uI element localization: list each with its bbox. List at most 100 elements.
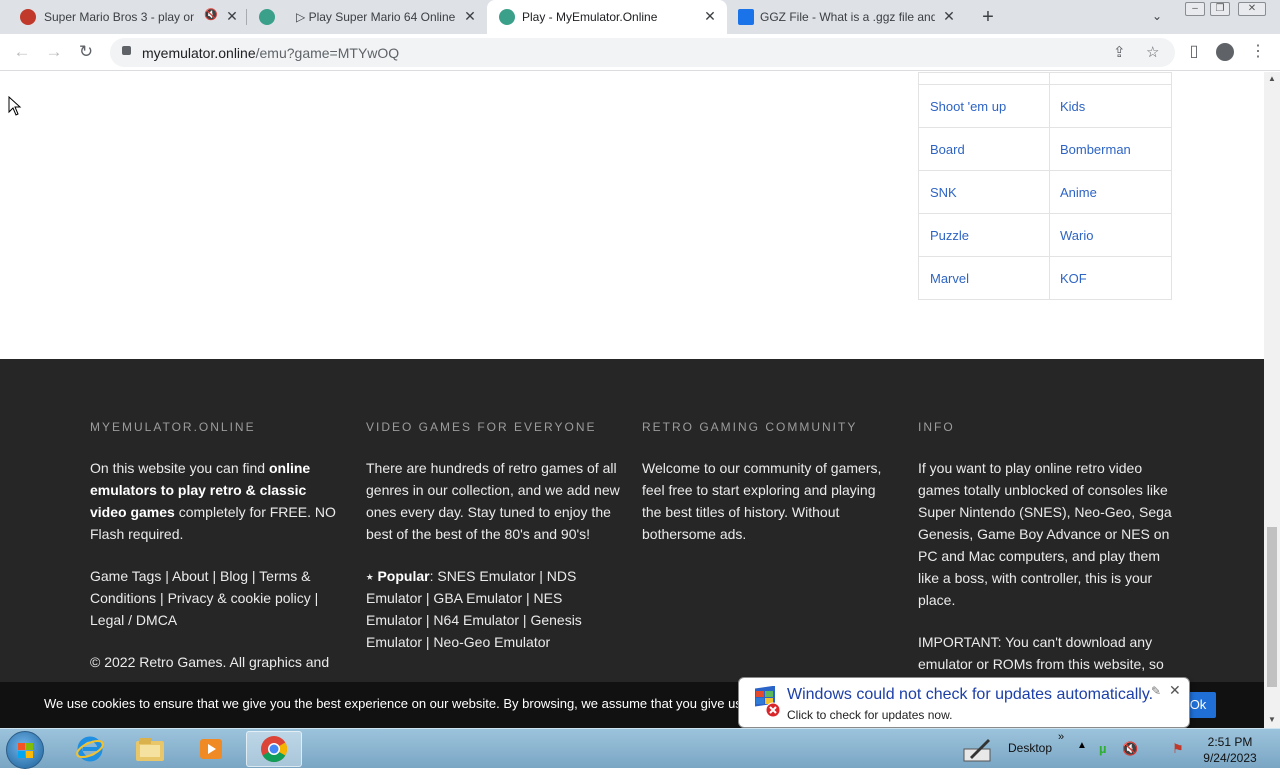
taskbar-file-explorer[interactable]	[122, 731, 178, 767]
table-row: Marvel KOF	[919, 256, 1171, 299]
footer-popular-links[interactable]: ⭑ Popular: SNES Emulator | NDS Emulator …	[366, 565, 622, 653]
footer-copyright: © 2022 Retro Games. All graphics and	[90, 654, 330, 670]
tab-ggz-file[interactable]: GGZ File - What is a .ggz file and ✕	[728, 0, 968, 34]
pen-tablet-icon[interactable]	[962, 735, 994, 763]
muted-speaker-icon[interactable]: 🔇	[204, 8, 218, 21]
chrome-icon	[261, 736, 288, 763]
site-footer: MYEMULATOR.ONLINE On this website you ca…	[0, 359, 1264, 728]
table-row: Shoot 'em up Kids	[919, 84, 1171, 127]
mario-favicon-icon	[20, 9, 36, 25]
notification-close-icon[interactable]: ✕	[1169, 682, 1181, 699]
footer-community-text: Welcome to our community of gamers, feel…	[642, 460, 882, 542]
tab-title: ▷ Play Super Mario 64 Online FR	[296, 10, 456, 24]
system-clock[interactable]: 2:51 PM 9/24/2023	[1195, 734, 1265, 766]
tag-link-puzzle[interactable]: Puzzle	[919, 214, 1049, 256]
media-player-icon	[200, 739, 222, 759]
gamepad-favicon-icon	[499, 9, 515, 25]
scrollbar-thumb[interactable]	[1267, 527, 1277, 687]
footer-heading: RETRO GAMING COMMUNITY	[642, 420, 858, 434]
lock-icon	[122, 46, 131, 55]
windows-update-error-icon	[755, 686, 781, 718]
tag-link-bomberman[interactable]: Bomberman	[1048, 128, 1171, 170]
address-bar[interactable]: myemulator.online/emu?game=MTYwOQ ⇪ ☆	[110, 38, 1175, 67]
windows-taskbar: Desktop » ▲ µ 🔇 ⚑ 2:51 PM 9/24/2023	[0, 728, 1280, 769]
footer-links[interactable]: Game Tags | About | Blog | Terms & Condi…	[90, 565, 340, 631]
clock-date: 9/24/2023	[1203, 751, 1257, 765]
start-button[interactable]	[6, 731, 44, 769]
url-text: myemulator.online/emu?game=MTYwOQ	[142, 45, 399, 61]
desktop-toolbar-label[interactable]: Desktop	[1008, 741, 1052, 755]
side-panel-icon[interactable]: ▯	[1184, 42, 1204, 62]
close-window-button[interactable]: ✕	[1238, 2, 1266, 16]
footer-heading: INFO	[918, 420, 955, 434]
tag-link-snk[interactable]: SNK	[919, 171, 1049, 213]
table-row	[919, 72, 1171, 84]
back-arrow-icon[interactable]: ←	[12, 42, 32, 62]
show-hidden-icons-icon[interactable]: ▲	[1077, 740, 1087, 751]
reload-icon[interactable]: ↻	[76, 42, 96, 62]
tab-strip: Super Mario Bros 3 - play on 🔇 ✕ ▷ Play …	[0, 0, 1280, 34]
torrent-tray-icon[interactable]: µ	[1099, 741, 1107, 756]
footer-games-text: There are hundreds of retro games of all…	[366, 460, 620, 542]
table-row: Board Bomberman	[919, 127, 1171, 170]
tag-link-board[interactable]: Board	[919, 128, 1049, 170]
folder-icon	[136, 738, 164, 761]
action-center-error-icon[interactable]: ⚑	[1172, 741, 1184, 757]
url-path: /emu?game=MTYwOQ	[255, 45, 400, 61]
footer-column-games: VIDEO GAMES FOR EVERYONE There are hundr…	[366, 421, 622, 673]
tab-close-icon[interactable]: ✕	[702, 8, 718, 24]
clock-time: 2:51 PM	[1207, 735, 1253, 749]
pin-icon[interactable]: ✎	[1151, 684, 1161, 698]
mouse-cursor-icon	[8, 96, 22, 116]
volume-muted-icon[interactable]: 🔇	[1122, 741, 1138, 757]
tag-link-kids[interactable]: Kids	[1048, 85, 1171, 127]
footer-column-info: INFO If you want to play online retro vi…	[918, 421, 1174, 695]
tag-link-marvel[interactable]: Marvel	[919, 257, 1049, 299]
footer-important-text: IMPORTANT: You can't download any emulat…	[918, 634, 1164, 672]
tab-title: Super Mario Bros 3 - play on	[44, 10, 194, 24]
document-favicon-icon	[738, 9, 754, 25]
game-tags-table: Shoot 'em up Kids Board Bomberman SNK An…	[918, 72, 1172, 300]
tab-close-icon[interactable]: ✕	[941, 8, 957, 24]
tag-link-wario[interactable]: Wario	[1048, 214, 1171, 256]
minimize-button[interactable]: –	[1185, 2, 1205, 16]
tab-title: GGZ File - What is a .ggz file and	[760, 10, 935, 24]
tab-search-chevron-icon[interactable]: ⌄	[1152, 9, 1162, 23]
table-row: Puzzle Wario	[919, 213, 1171, 256]
tag-link-anime[interactable]: Anime	[1048, 171, 1171, 213]
bookmark-star-icon[interactable]: ☆	[1146, 43, 1159, 61]
windows-logo-icon	[18, 743, 33, 758]
browser-toolbar: ← → ↻ myemulator.online/emu?game=MTYwOQ …	[0, 34, 1280, 71]
scroll-up-arrow-icon[interactable]: ▲	[1264, 72, 1280, 86]
footer-column-about: MYEMULATOR.ONLINE On this website you ca…	[90, 421, 340, 693]
notification-title: Windows could not check for updates auto…	[787, 686, 1154, 703]
tag-cell	[1048, 73, 1171, 84]
restore-button[interactable]: ❐	[1210, 2, 1230, 16]
forward-arrow-icon[interactable]: →	[44, 42, 64, 62]
footer-heading: VIDEO GAMES FOR EVERYONE	[366, 420, 597, 434]
tab-close-icon[interactable]: ✕	[462, 8, 478, 24]
footer-column-community: RETRO GAMING COMMUNITY Welcome to our co…	[642, 421, 892, 565]
toolbar-expand-icon[interactable]: »	[1058, 731, 1064, 743]
page-viewport: Shoot 'em up Kids Board Bomberman SNK An…	[0, 72, 1264, 728]
table-row: SNK Anime	[919, 170, 1171, 213]
tag-link-kof[interactable]: KOF	[1048, 257, 1171, 299]
profile-avatar-icon[interactable]	[1216, 43, 1234, 61]
notification-subtitle[interactable]: Click to check for updates now.	[787, 708, 952, 722]
scroll-down-arrow-icon[interactable]: ▼	[1264, 713, 1280, 727]
taskbar-media-player[interactable]	[183, 731, 239, 767]
cookie-text: We use cookies to ensure that we give yo…	[44, 696, 742, 711]
tab-close-icon[interactable]: ✕	[224, 8, 240, 24]
kebab-menu-icon[interactable]: ⋮	[1248, 42, 1268, 62]
taskbar-internet-explorer[interactable]	[62, 731, 118, 767]
new-tab-button[interactable]: +	[978, 7, 998, 27]
internet-explorer-icon	[76, 736, 104, 762]
url-host: myemulator.online	[142, 45, 256, 61]
tab-myemulator[interactable]: Play - MyEmulator.Online ✕	[487, 0, 727, 34]
tag-link-shoot-em-up[interactable]: Shoot 'em up	[919, 85, 1049, 127]
update-notification-balloon[interactable]: Windows could not check for updates auto…	[738, 677, 1190, 742]
taskbar-chrome[interactable]	[246, 731, 302, 767]
share-icon[interactable]: ⇪	[1113, 43, 1126, 61]
tab-super-mario-64[interactable]: ▷ Play Super Mario 64 Online FR ✕	[246, 0, 486, 34]
tab-super-mario-bros-3[interactable]: Super Mario Bros 3 - play on 🔇 ✕	[0, 0, 245, 34]
